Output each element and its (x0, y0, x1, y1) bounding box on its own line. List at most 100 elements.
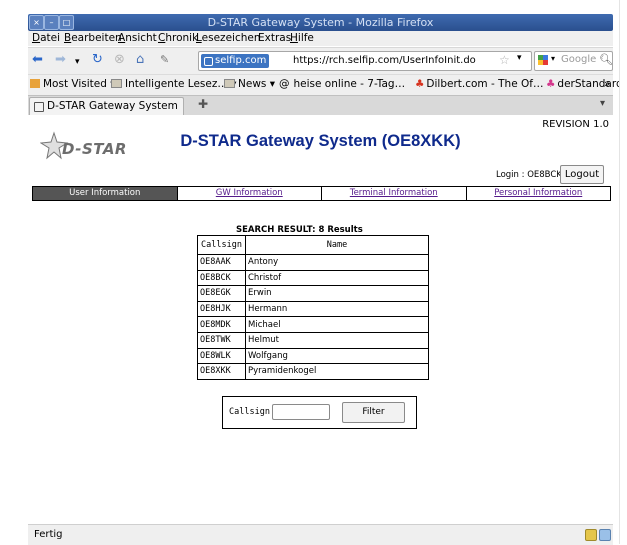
bookmark-derstandard[interactable]: ♣derStandard.at (546, 78, 627, 90)
revision-label: REVISION 1.0 (542, 119, 609, 130)
nav-user-information[interactable]: User Information (33, 187, 177, 200)
page-icon (34, 102, 44, 112)
menu-hilfe[interactable]: Hilfe (290, 32, 314, 44)
folder-icon (30, 79, 40, 88)
nav-gw-information[interactable]: GW Information (176, 187, 322, 200)
status-bar: Fertig (28, 524, 613, 545)
window-edge (619, 0, 627, 544)
table-row: OE8MDK Michael (197, 316, 429, 333)
name-cell: Hermann (245, 300, 429, 318)
table-row: OE8XKK Pyramidenkogel (197, 363, 429, 380)
menu-extras-label: Extras (258, 32, 292, 44)
reload-icon[interactable]: ↻ (92, 53, 103, 67)
callsign-cell: OE8TWK (197, 331, 246, 349)
bookmarks-toolbar: Most Visited ▾ Intelligente Lesez… ▾ New… (28, 74, 627, 95)
table-row: OE8WLK Wolfgang (197, 347, 429, 365)
bookmark-intelligente[interactable]: Intelligente Lesez… ▾ (111, 78, 236, 90)
name-cell: Wolfgang (245, 347, 429, 365)
url-dropdown-icon[interactable]: ▾ (517, 53, 522, 63)
folder-icon (224, 79, 235, 88)
filter-button[interactable]: Filter (342, 402, 405, 423)
search-result-title: SEARCH RESULT: 8 Results (236, 225, 363, 235)
maximize-window-button[interactable]: □ (59, 15, 74, 30)
addon-icon[interactable] (585, 529, 597, 541)
bookmark-news[interactable]: News ▾ (224, 78, 275, 90)
folder-icon (111, 79, 122, 88)
name-cell: Christof (245, 269, 429, 287)
callsign-cell: OE8MDK (197, 316, 246, 333)
callsign-cell: OE8AAK (197, 254, 246, 271)
close-window-button[interactable]: × (29, 15, 44, 30)
site-identity-badge[interactable]: selfip.com (201, 54, 270, 68)
section-nav: User Information GW Information Terminal… (32, 186, 611, 201)
filter-panel: Callsign Filter (222, 396, 417, 429)
callsign-filter-input[interactable] (272, 404, 330, 420)
tab-label: D-STAR Gateway System (47, 100, 178, 112)
nav-personal-information[interactable]: Personal Information (465, 187, 611, 200)
callsign-cell: OE8XKK (197, 363, 246, 380)
callsign-cell: OE8EGK (197, 285, 246, 302)
menu-bar: Datei Bearbeiten Ansicht Chronik Lesezei… (28, 31, 613, 46)
menu-chronik[interactable]: Chronik (158, 32, 198, 44)
page-title: D-STAR Gateway System (OE8XKK) (180, 132, 461, 150)
menu-extras[interactable]: Extras (258, 32, 291, 44)
name-cell: Michael (245, 316, 429, 333)
new-tab-icon[interactable]: ✚ (198, 97, 208, 111)
home-icon[interactable]: ⌂ (136, 53, 144, 67)
column-header-callsign: Callsign (197, 235, 246, 255)
logout-button[interactable]: Logout (560, 165, 604, 184)
menu-ansicht[interactable]: Ansicht (118, 32, 157, 44)
forward-arrow-icon[interactable]: ➡ (55, 53, 66, 67)
tab-strip: D-STAR Gateway System ✚ ▾ (28, 95, 613, 116)
search-placeholder[interactable]: Google (561, 54, 596, 65)
name-cell: Antony (245, 254, 429, 271)
tab-list-dropdown-icon[interactable]: ▾ (600, 98, 605, 109)
bookmark-tool-icon[interactable]: ✎ (160, 53, 169, 67)
network-icon[interactable] (599, 529, 611, 541)
name-cell: Pyramidenkogel (245, 363, 429, 380)
browser-window: D-STAR Gateway System - Mozilla Firefox … (0, 0, 627, 545)
column-header-name: Name (245, 235, 429, 255)
menu-lesezeichen[interactable]: Lesezeichen (196, 32, 261, 44)
name-cell: Erwin (245, 285, 429, 302)
callsign-cell: OE8HJK (197, 300, 246, 318)
menu-datei[interactable]: Datei (32, 32, 60, 44)
search-engine-dropdown-icon[interactable]: ▾ (551, 54, 555, 63)
history-dropdown-icon[interactable]: ▾ (75, 55, 80, 69)
login-label: Login : OE8BCK (496, 170, 562, 180)
bookmark-dilbert[interactable]: ♣ Dilbert.com - The Of… (415, 78, 543, 90)
back-arrow-icon[interactable]: ⬅ (32, 53, 43, 67)
table-row: OE8HJK Hermann (197, 300, 429, 318)
callsign-cell: OE8WLK (197, 347, 246, 365)
search-box[interactable]: ▾ Google 🔍︎ (534, 51, 613, 71)
table-row: OE8BCK Christof (197, 269, 429, 287)
navigation-toolbar: ⬅ ➡ ▾ ↻ ⊗ ⌂ ✎ selfip.com https://rch.sel… (28, 47, 613, 74)
dilbert-icon: ♣ (415, 78, 425, 90)
minimize-window-button[interactable]: – (44, 15, 59, 30)
bookmark-most-visited[interactable]: Most Visited ▾ (30, 78, 116, 90)
status-text: Fertig (34, 529, 63, 540)
table-row: OE8TWK Helmut (197, 331, 429, 349)
table-row: OE8AAK Antony (197, 254, 429, 271)
table-header-row: Callsign Name (197, 235, 429, 255)
search-icon[interactable]: 🔍︎ (599, 53, 613, 66)
callsign-filter-label: Callsign (229, 407, 270, 417)
google-icon[interactable] (538, 55, 548, 65)
url-text[interactable]: https://rch.selfip.com/UserInfoInit.do (293, 54, 476, 68)
callsign-cell: OE8BCK (197, 269, 246, 287)
bookmark-heise[interactable]: @ heise online - 7-Tag… (279, 78, 405, 90)
bookmark-star-icon[interactable]: ☆ (499, 53, 510, 67)
nav-terminal-information[interactable]: Terminal Information (321, 187, 466, 200)
window-title: D-STAR Gateway System - Mozilla Firefox (207, 16, 434, 29)
bookmarks-overflow-icon[interactable]: » (604, 78, 610, 90)
title-bar: D-STAR Gateway System - Mozilla Firefox (28, 14, 613, 31)
tab-dstar[interactable]: D-STAR Gateway System (29, 97, 184, 116)
table-row: OE8EGK Erwin (197, 285, 429, 302)
page-content: D-STAR REVISION 1.0 D-STAR Gateway Syste… (28, 115, 613, 523)
name-cell: Helmut (245, 331, 429, 349)
rss-icon: @ (279, 78, 290, 90)
url-bar[interactable]: selfip.com https://rch.selfip.com/UserIn… (198, 51, 532, 71)
lock-icon (204, 57, 213, 66)
stop-icon[interactable]: ⊗ (114, 53, 125, 67)
menu-bearbeiten[interactable]: Bearbeiten (64, 32, 122, 44)
